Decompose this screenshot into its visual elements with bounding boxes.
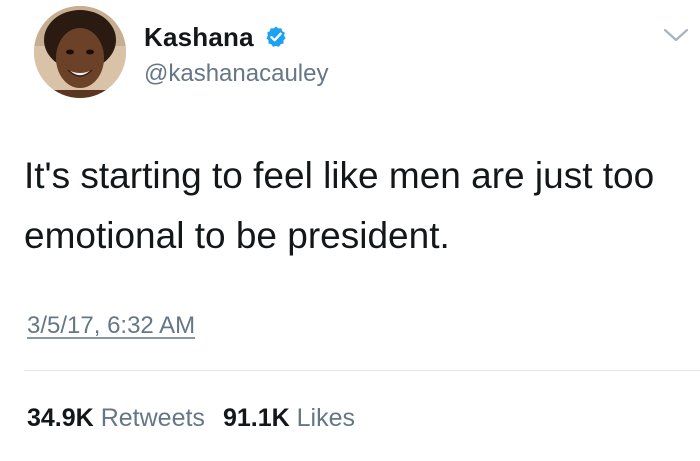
retweets-label: Retweets: [100, 404, 205, 432]
retweets-count: 34.9K: [27, 404, 94, 432]
tweet-card: Kashana @kashanacauley It's starting to …: [0, 0, 700, 461]
retweets-stat[interactable]: 34.9K Retweets: [27, 404, 205, 433]
tweet-text: It's starting to feel like men are just …: [24, 155, 655, 256]
tweet-stats: 34.9K Retweets 91.1K Likes: [27, 404, 355, 433]
divider: [24, 370, 700, 371]
likes-label: Likes: [296, 404, 356, 432]
tweet-timestamp[interactable]: 3/5/17, 6:32 AM: [27, 312, 195, 340]
likes-count: 91.1K: [222, 404, 290, 432]
profile-photo-icon: [34, 6, 126, 98]
likes-stat[interactable]: 91.1K Likes: [223, 404, 355, 433]
user-handle[interactable]: @kashanacauley: [144, 60, 328, 88]
chevron-down-icon[interactable]: [662, 26, 690, 44]
avatar[interactable]: [34, 6, 126, 98]
verified-badge-icon: [264, 25, 288, 49]
author-name-row: Kashana: [144, 22, 288, 52]
display-name[interactable]: Kashana: [144, 22, 254, 53]
